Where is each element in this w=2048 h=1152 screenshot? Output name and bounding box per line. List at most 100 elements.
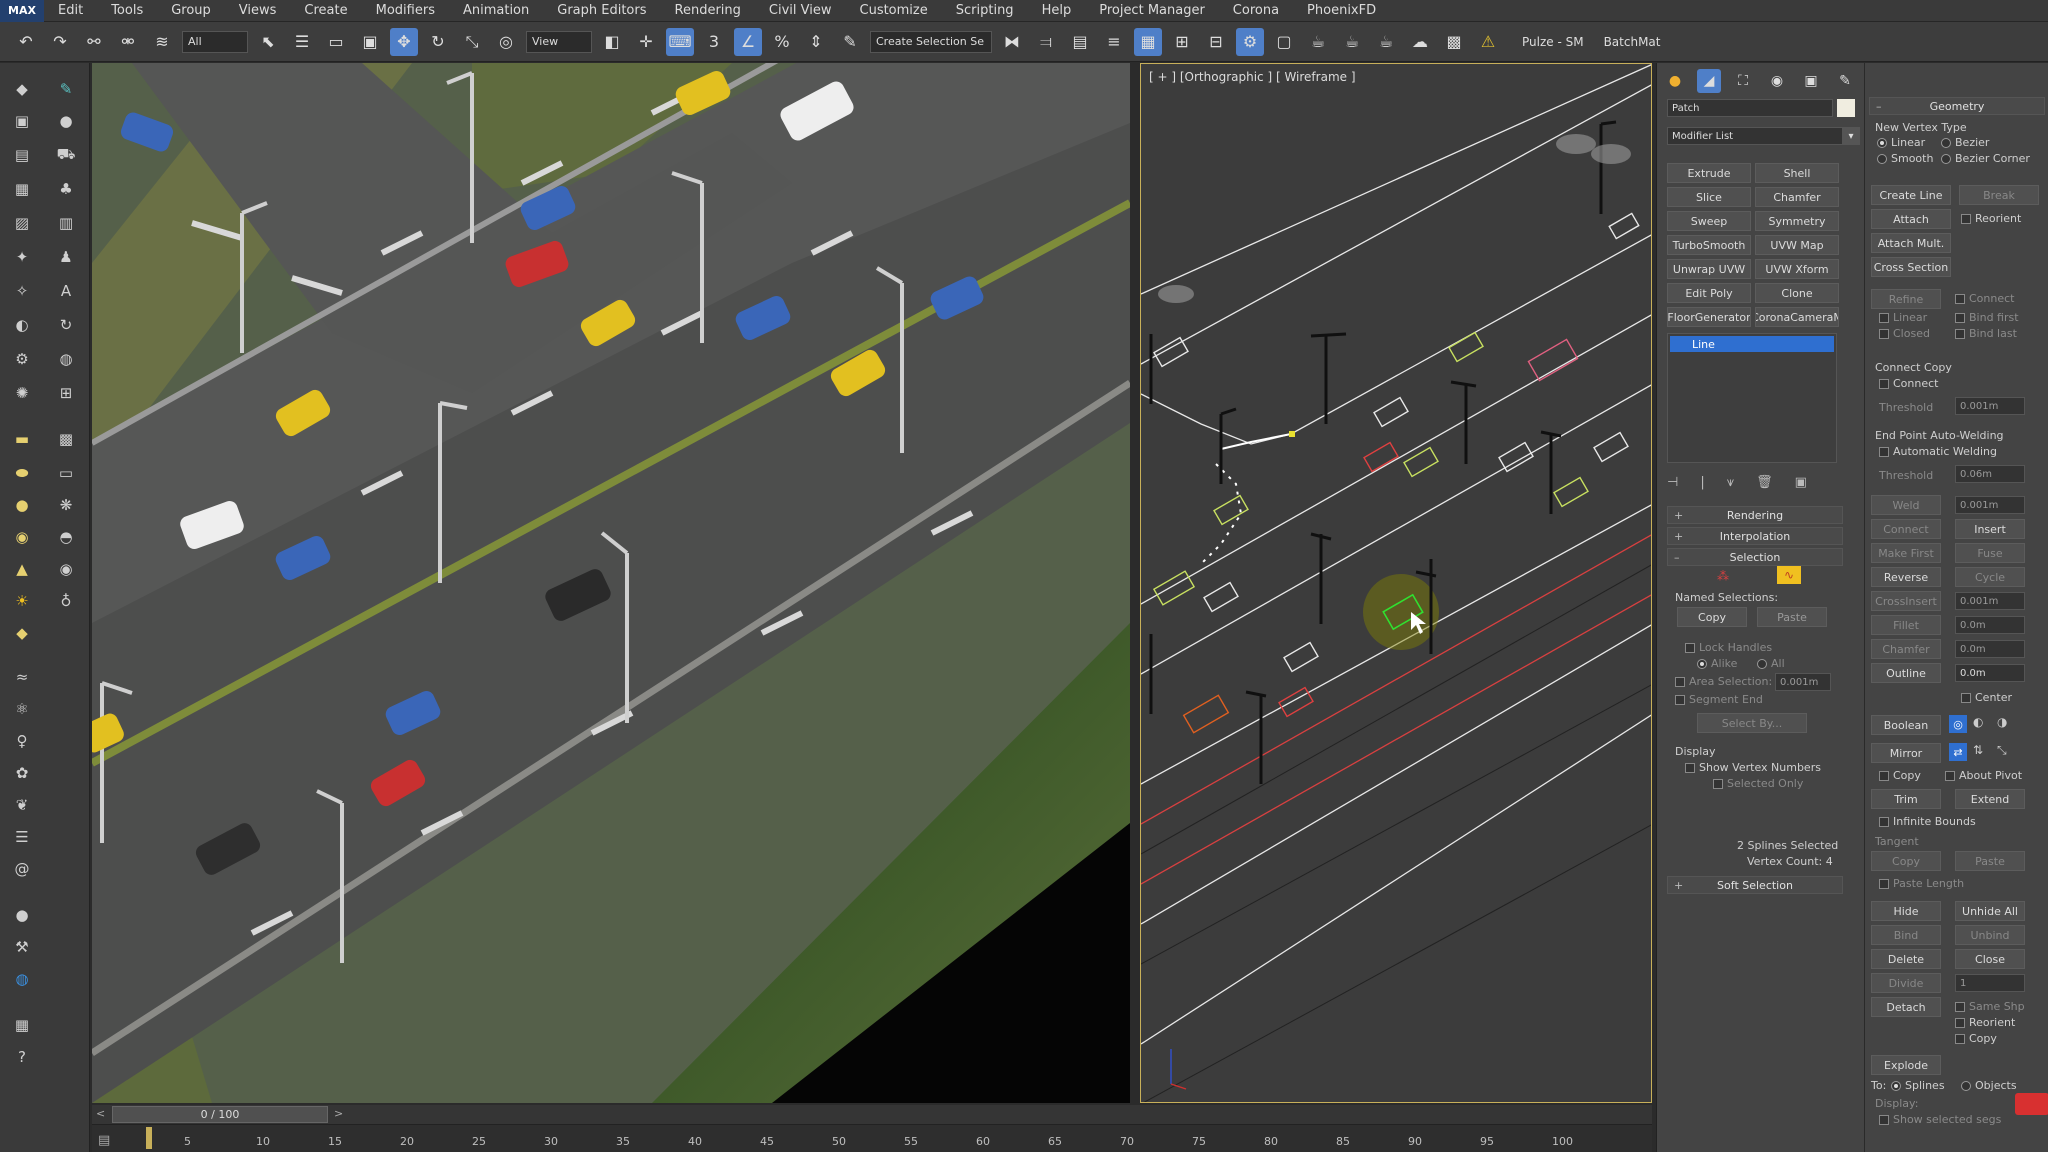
attach-button[interactable]: Attach (1871, 209, 1951, 229)
render-batch-icon[interactable]: ▩ (1440, 28, 1468, 56)
outline-button[interactable]: Outline (1871, 663, 1941, 683)
linear-radio[interactable] (1877, 138, 1887, 148)
perspective-viewport[interactable] (92, 63, 1130, 1103)
grid-icon[interactable]: ▦ (10, 177, 34, 201)
create-line-button[interactable]: Create Line (1871, 185, 1951, 205)
segment-end-checkbox[interactable] (1675, 695, 1685, 705)
timeline[interactable]: < 0 / 100 > ▤ 5 10 15 20 25 30 35 40 45 50 55 60 65 7… (92, 1105, 1652, 1152)
road-icon[interactable]: ☰ (10, 825, 34, 849)
area-selection-spinner[interactable]: 0.001m (1775, 673, 1831, 691)
infinite-bounds-checkbox[interactable] (1879, 817, 1889, 827)
percent-snap-icon[interactable]: % (768, 28, 796, 56)
connect-button[interactable]: Connect (1871, 519, 1941, 539)
help-icon[interactable]: ? (10, 1045, 34, 1069)
layer-explorer-icon[interactable]: ▤ (1066, 28, 1094, 56)
motion-tab-icon[interactable]: ◉ (1765, 69, 1789, 93)
lasso-icon[interactable]: ◓ (54, 525, 78, 549)
circle-arrow-icon[interactable]: ↻ (54, 313, 78, 337)
splines-radio[interactable] (1891, 1081, 1901, 1091)
lock-handles-checkbox[interactable] (1685, 643, 1695, 653)
curve-editor-icon[interactable]: ▦ (1134, 27, 1162, 56)
hierarchy-tab-icon[interactable]: ⛶ (1731, 69, 1755, 93)
tangent-copy-button[interactable]: Copy (1871, 851, 1941, 871)
teapot-icon[interactable]: ▣ (10, 109, 34, 133)
named-copy-button[interactable]: Copy (1677, 607, 1747, 627)
show-vertex-numbers-checkbox[interactable] (1685, 763, 1695, 773)
vertex-selection-icon[interactable]: ⁂ (1717, 569, 1729, 583)
crossinsert-spinner[interactable]: 0.001m (1955, 592, 2025, 610)
show-end-result-icon[interactable]: | (1700, 475, 1704, 490)
fuse-button[interactable]: Fuse (1955, 543, 2025, 563)
time-marker[interactable] (146, 1127, 152, 1149)
blob-icon[interactable]: ⬬ (10, 461, 34, 485)
unlink-icon[interactable]: ⚮ (114, 28, 142, 56)
redo-icon[interactable]: ↷ (46, 28, 74, 56)
display-tab-icon[interactable]: ▣ (1799, 69, 1823, 93)
sphere-icon[interactable]: ● (54, 109, 78, 133)
layers-icon[interactable]: ▤ (10, 143, 34, 167)
menu-corona[interactable]: Corona (1219, 3, 1293, 18)
modifier-shell-button[interactable]: Shell (1755, 163, 1839, 183)
spline-selection-icon[interactable]: ∿ (1777, 566, 1801, 584)
fillet-button[interactable]: Fillet (1871, 615, 1941, 635)
modifier-sweep-button[interactable]: Sweep (1667, 211, 1751, 231)
menu-animation[interactable]: Animation (449, 3, 543, 18)
gem-icon[interactable]: ◆ (10, 621, 34, 645)
selection-rollout[interactable]: – Selection (1667, 548, 1843, 566)
divide-button[interactable]: Divide (1871, 973, 1941, 993)
schematic-view-icon[interactable]: ⊞ (1168, 28, 1196, 56)
selected-only-checkbox[interactable] (1713, 779, 1723, 789)
prev-frame-icon[interactable]: < (96, 1107, 105, 1120)
undo-icon[interactable]: ↶ (12, 28, 40, 56)
tangent-paste-button[interactable]: Paste (1955, 851, 2025, 871)
mirror-button[interactable]: Mirror (1871, 743, 1941, 763)
boolean-union-icon[interactable]: ◎ (1949, 715, 1967, 733)
mirror-icon[interactable]: ⧓ (998, 28, 1026, 56)
torus-icon[interactable]: ◉ (10, 525, 34, 549)
modify-tab-icon[interactable]: ◢ (1697, 69, 1721, 93)
select-by-name-icon[interactable]: ☰ (288, 28, 316, 56)
snaps-toggle-icon[interactable]: 3 (700, 28, 728, 56)
sphere-yellow-icon[interactable]: ● (10, 493, 34, 517)
warning-icon[interactable]: ⚠ (1474, 28, 1502, 56)
chevron-down-icon[interactable]: ▾ (1842, 127, 1860, 145)
array-icon[interactable]: ⚙ (10, 347, 34, 371)
render-active-shade-icon[interactable]: ☕ (1372, 28, 1400, 56)
modifier-turbosmooth-button[interactable]: TurboSmooth (1667, 235, 1751, 255)
batchmat-button[interactable]: BatchMat (1604, 35, 1661, 49)
threshold-spinner[interactable]: 0.001m (1955, 397, 2025, 415)
rope-icon[interactable]: @ (10, 857, 34, 881)
rendered-frame-window-icon[interactable]: ▢ (1270, 28, 1298, 56)
bind-first-checkbox[interactable] (1955, 313, 1965, 323)
stack-item-line[interactable]: Line (1670, 336, 1834, 352)
material-editor-icon[interactable]: ⊟ (1202, 28, 1230, 56)
menu-edit[interactable]: Edit (44, 3, 97, 18)
move-icon[interactable]: ✥ (390, 27, 418, 56)
insert-button[interactable]: Insert (1955, 519, 2025, 539)
window-crossing-icon[interactable]: ▣ (356, 28, 384, 56)
cycle-button[interactable]: Cycle (1955, 567, 2025, 587)
menu-project-manager[interactable]: Project Manager (1085, 3, 1219, 18)
unbind-button[interactable]: Unbind (1955, 925, 2025, 945)
orthographic-viewport[interactable]: [ + ] [Orthographic ] [ Wireframe ] (1140, 63, 1652, 1103)
tree-icon[interactable]: ♣ (54, 177, 78, 201)
modifier-symmetry-button[interactable]: Symmetry (1755, 211, 1839, 231)
detach-button[interactable]: Detach (1871, 997, 1941, 1017)
view-cube-icon[interactable]: ▩ (54, 427, 78, 451)
menu-create[interactable]: Create (290, 3, 361, 18)
detach-copy-checkbox[interactable] (1955, 1034, 1965, 1044)
vehicle-icon[interactable]: ⛟ (54, 143, 78, 167)
pivot-icon[interactable]: ◧ (598, 28, 626, 56)
pin-stack-icon[interactable]: ⊣ (1667, 475, 1678, 490)
weld-spinner[interactable]: 0.001m (1955, 496, 2025, 514)
menu-rendering[interactable]: Rendering (661, 3, 755, 18)
automatic-welding-checkbox[interactable] (1879, 447, 1889, 457)
next-frame-icon[interactable]: > (334, 1107, 343, 1120)
fillet-spinner[interactable]: 0.0m (1955, 616, 2025, 634)
menu-tools[interactable]: Tools (97, 3, 157, 18)
time-slider[interactable]: < 0 / 100 > (92, 1105, 1652, 1125)
bezier-corner-radio[interactable] (1941, 154, 1951, 164)
weld-button[interactable]: Weld (1871, 495, 1941, 515)
about-pivot-checkbox[interactable] (1945, 771, 1955, 781)
select-by-button[interactable]: Select By... (1697, 713, 1807, 733)
